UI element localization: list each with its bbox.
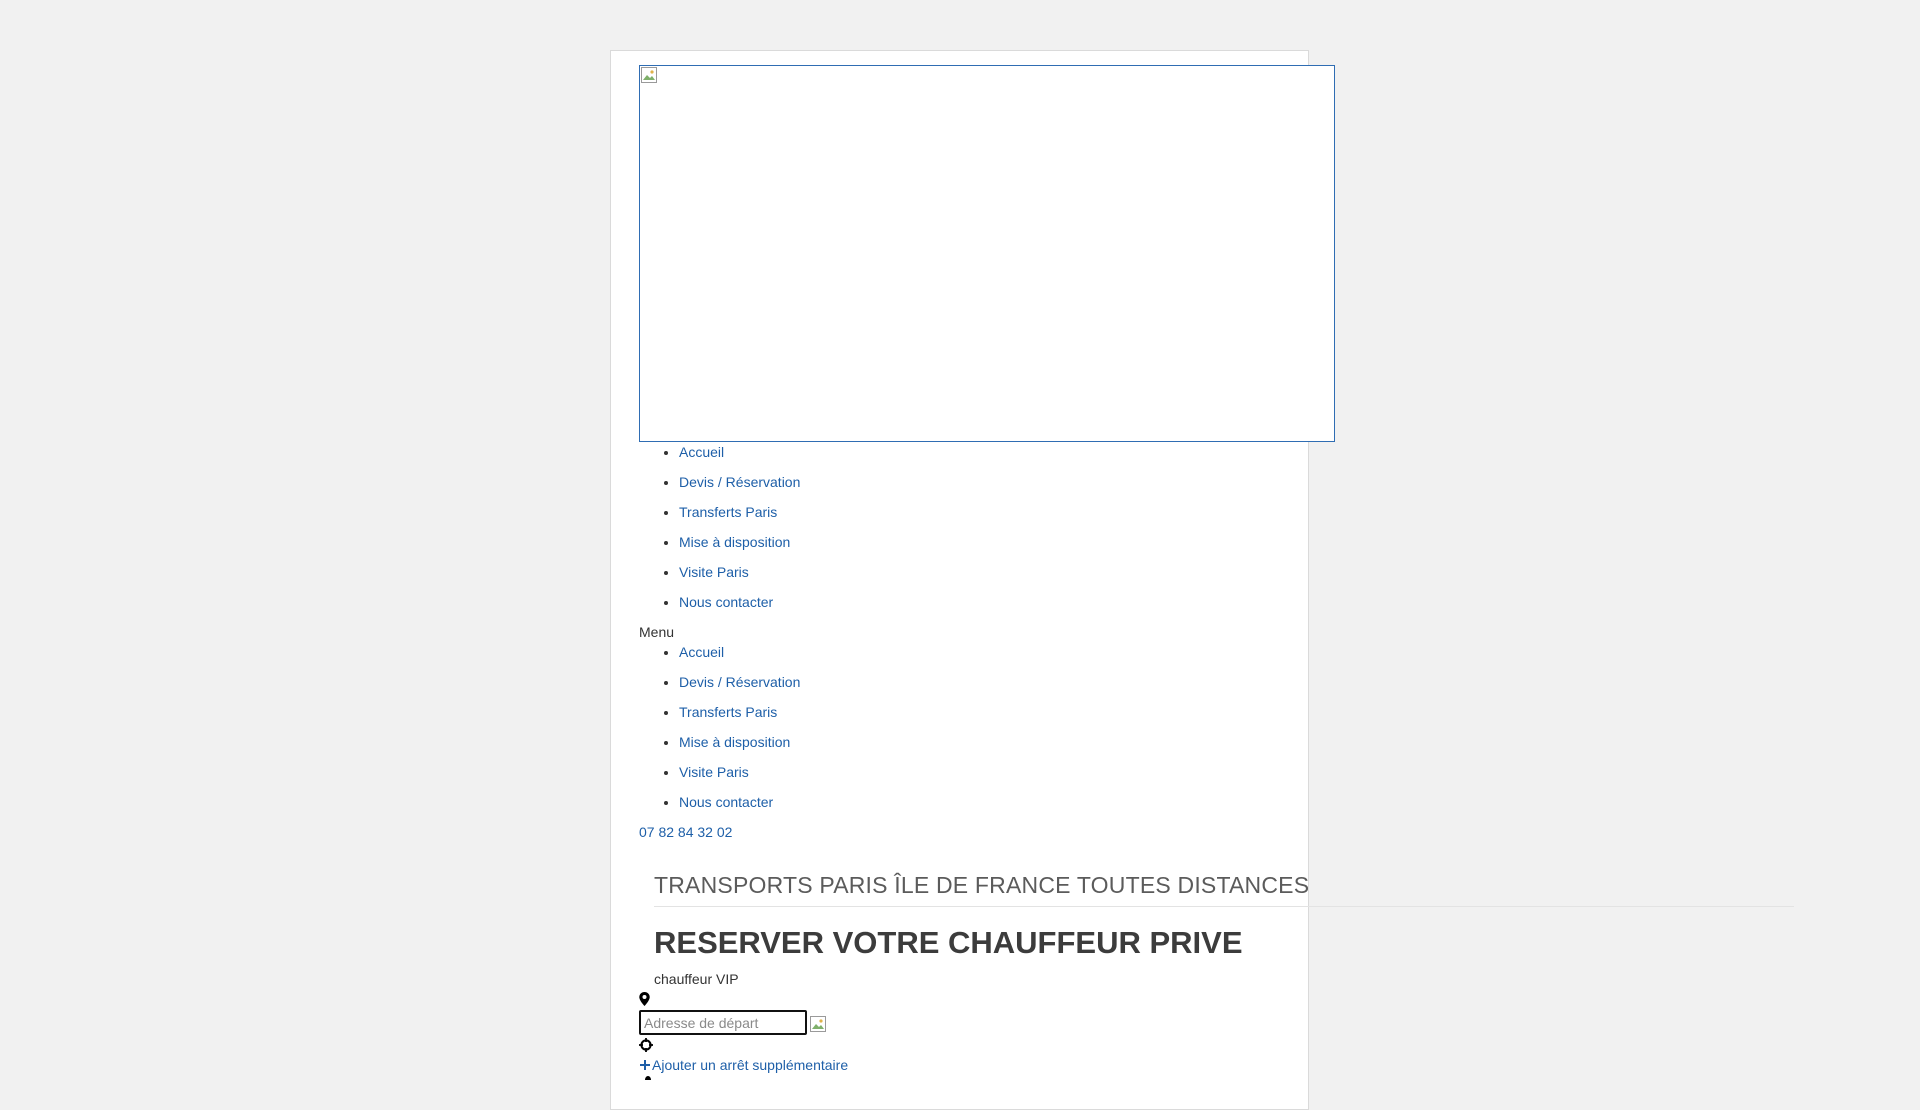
nav-link-contact[interactable]: Nous contacter xyxy=(679,594,773,610)
nav-item-mise-a-disposition: Mise à disposition xyxy=(679,527,800,557)
nav-link-visite[interactable]: Visite Paris xyxy=(679,564,749,580)
page-subtitle: TRANSPORTS PARIS ÎLE DE FRANCE TOUTES DI… xyxy=(654,870,1794,907)
broken-image-icon xyxy=(810,1016,826,1032)
broken-image-icon xyxy=(641,67,657,83)
mobile-nav-item-devis: Devis / Réservation xyxy=(679,667,800,697)
main-nav: Accueil Devis / Réservation Transferts P… xyxy=(639,437,800,617)
mobile-nav-item-transferts: Transferts Paris xyxy=(679,697,800,727)
nav-item-visite: Visite Paris xyxy=(679,557,800,587)
plus-icon xyxy=(640,1060,650,1070)
map-marker-icon xyxy=(645,1076,651,1080)
mobile-nav-link-accueil[interactable]: Accueil xyxy=(679,644,724,660)
phone-link[interactable]: 07 82 84 32 02 xyxy=(639,821,732,843)
mobile-nav-link-contact[interactable]: Nous contacter xyxy=(679,794,773,810)
nav-item-devis: Devis / Réservation xyxy=(679,467,800,497)
mobile-nav-link-mise-a-disposition[interactable]: Mise à disposition xyxy=(679,734,790,750)
crosshair-icon[interactable] xyxy=(639,1038,653,1052)
mobile-nav-link-transferts[interactable]: Transferts Paris xyxy=(679,704,777,720)
tagline: chauffeur VIP xyxy=(654,971,739,987)
page-title: RESERVER VOTRE CHAUFFEUR PRIVE xyxy=(654,925,1243,960)
mobile-nav-item-visite: Visite Paris xyxy=(679,757,800,787)
departure-address-input[interactable] xyxy=(639,1010,807,1035)
nav-link-transferts[interactable]: Transferts Paris xyxy=(679,504,777,520)
nav-link-accueil[interactable]: Accueil xyxy=(679,444,724,460)
nav-item-transferts: Transferts Paris xyxy=(679,497,800,527)
nav-item-contact: Nous contacter xyxy=(679,587,800,617)
add-stop-link[interactable]: Ajouter un arrêt supplémentaire xyxy=(639,1055,848,1075)
map-marker-icon xyxy=(639,992,650,1006)
mobile-nav: Accueil Devis / Réservation Transferts P… xyxy=(639,637,800,817)
mobile-nav-item-mise-a-disposition: Mise à disposition xyxy=(679,727,800,757)
mobile-nav-link-visite[interactable]: Visite Paris xyxy=(679,764,749,780)
nav-link-mise-a-disposition[interactable]: Mise à disposition xyxy=(679,534,790,550)
mobile-nav-link-devis[interactable]: Devis / Réservation xyxy=(679,674,800,690)
add-stop-label: Ajouter un arrêt supplémentaire xyxy=(652,1057,849,1073)
nav-item-accueil: Accueil xyxy=(679,437,800,467)
mobile-nav-item-contact: Nous contacter xyxy=(679,787,800,817)
header-banner-image[interactable] xyxy=(639,65,1335,442)
mobile-nav-item-accueil: Accueil xyxy=(679,637,800,667)
nav-link-devis[interactable]: Devis / Réservation xyxy=(679,474,800,490)
